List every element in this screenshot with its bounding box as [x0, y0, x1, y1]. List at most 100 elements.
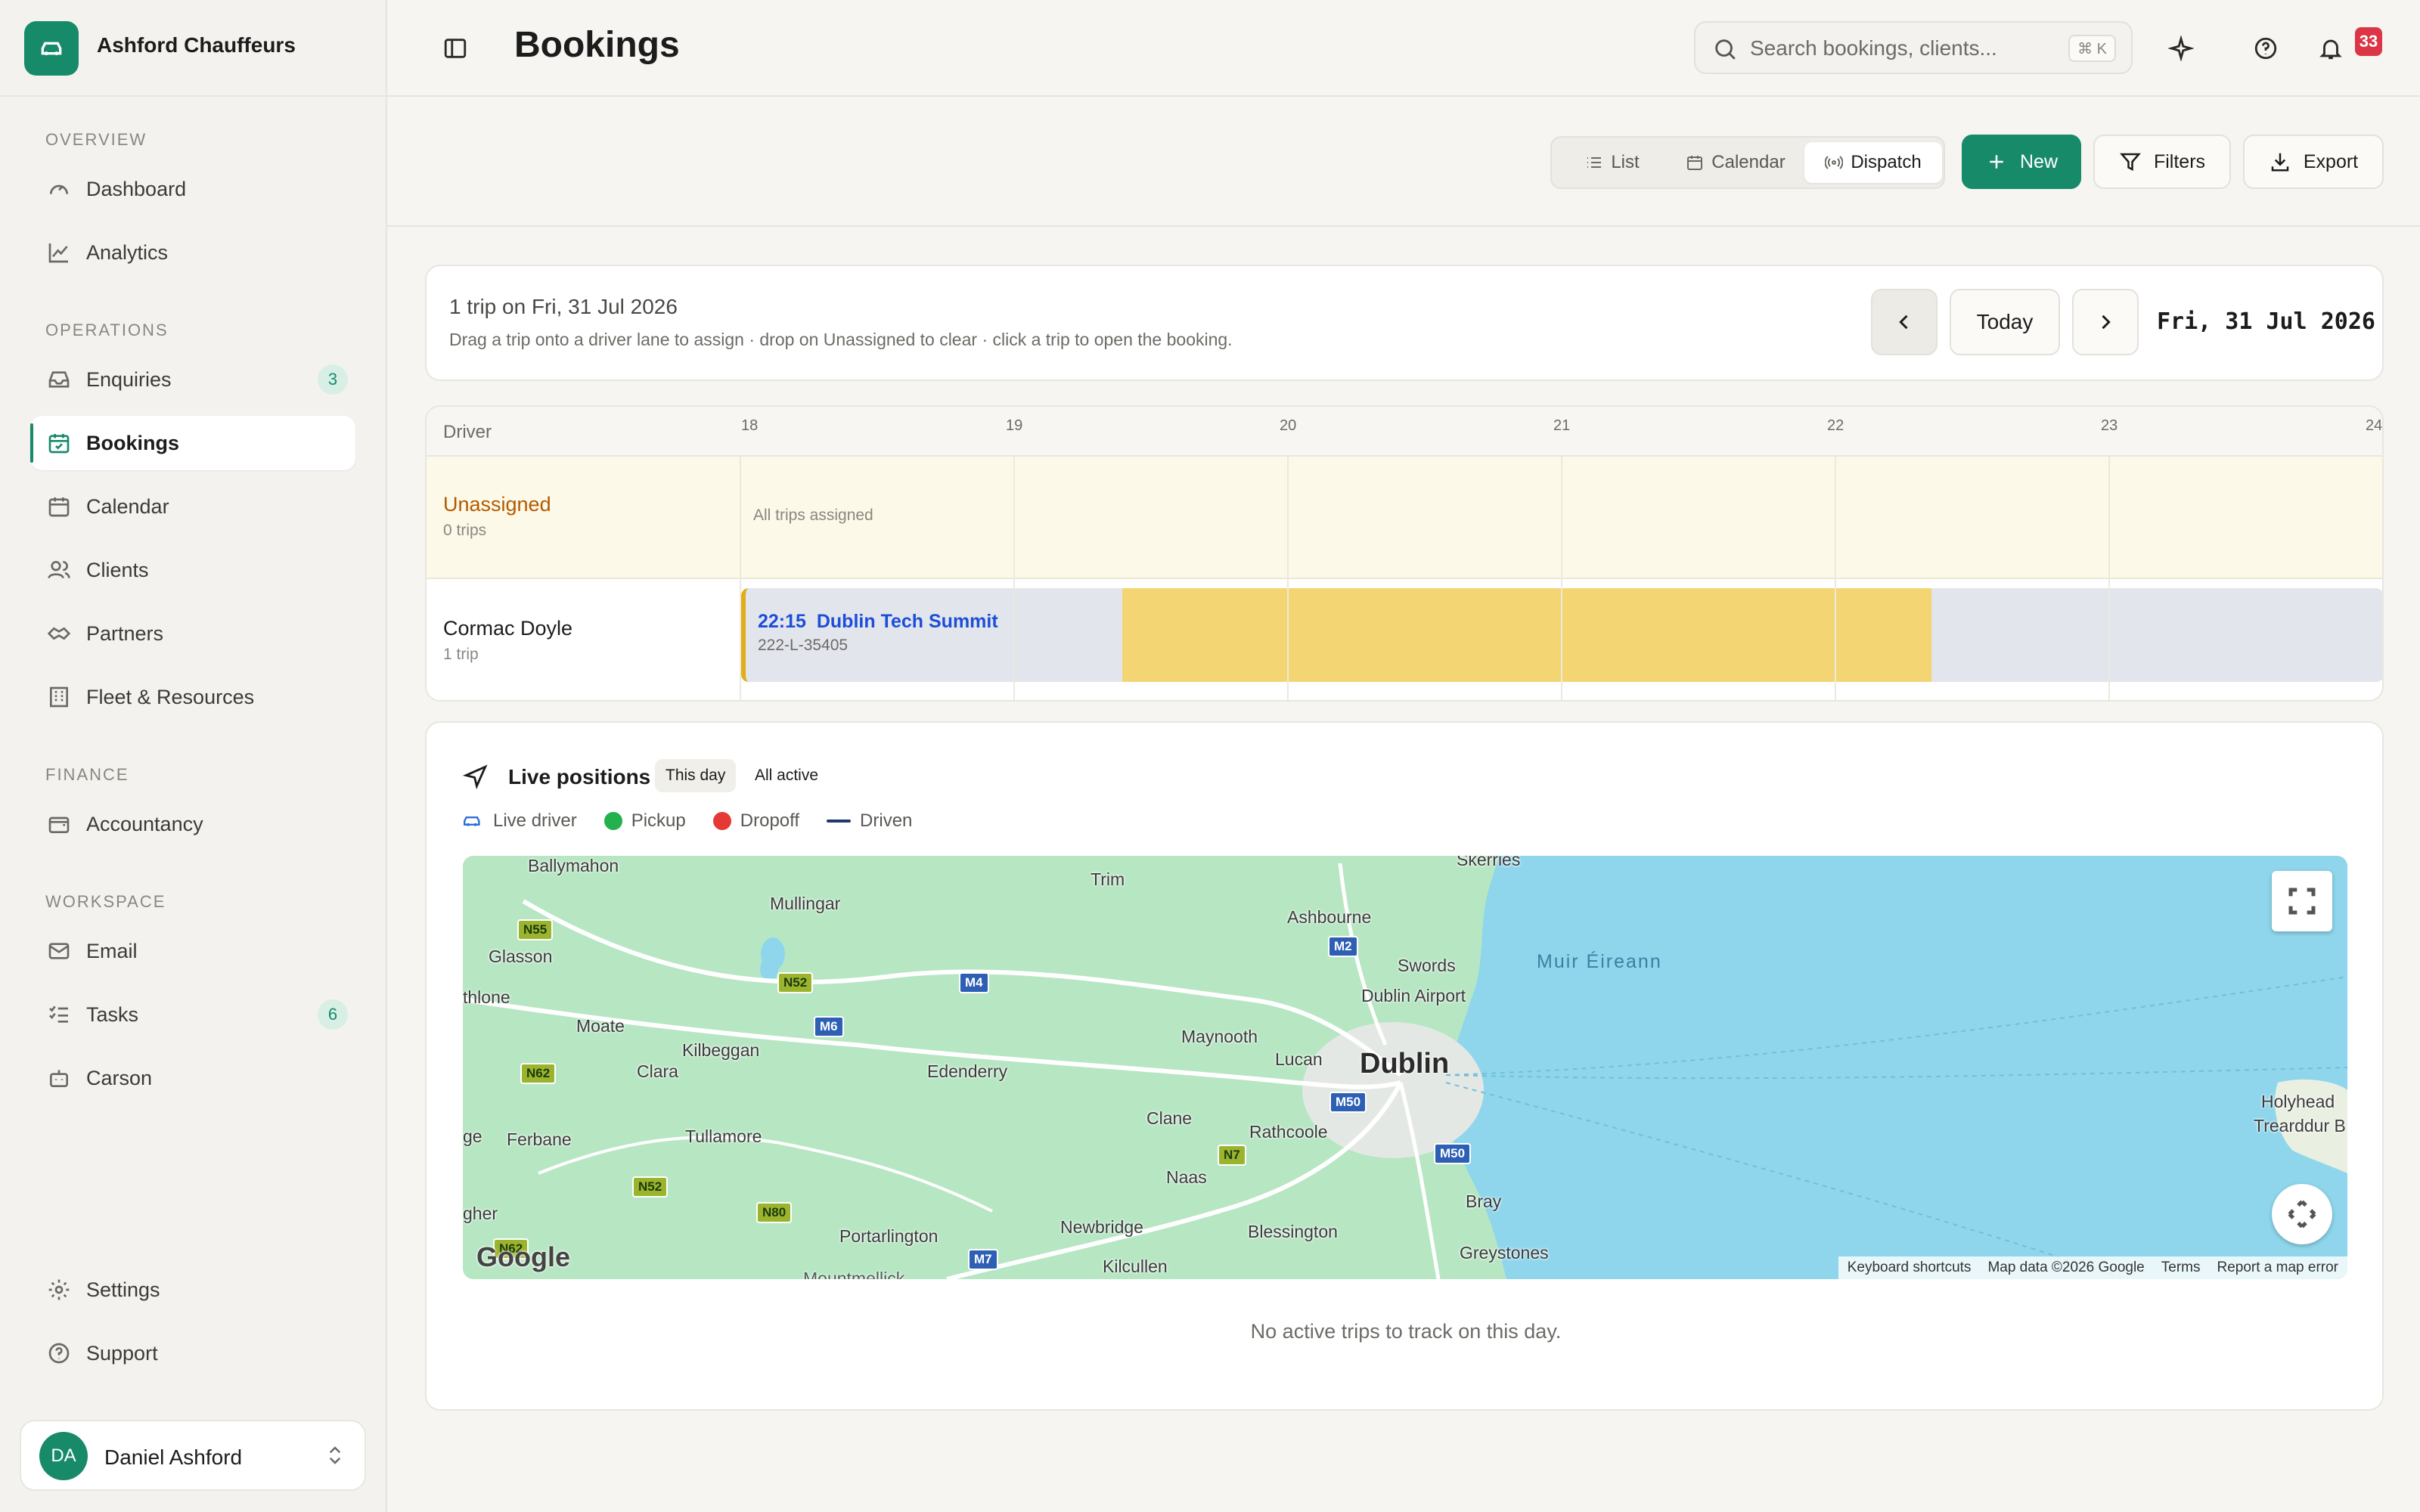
legend-driven: Driven	[827, 810, 912, 832]
sidebar-item-bookings[interactable]: Bookings	[30, 416, 355, 470]
divider	[0, 95, 386, 97]
sidebar-item-fleet[interactable]: Fleet & Resources	[30, 670, 355, 724]
fullscreen-icon	[2288, 888, 2316, 915]
calendar-check-icon	[48, 434, 70, 454]
sidebar-item-carson[interactable]: Carson	[30, 1051, 355, 1105]
grid-line	[740, 457, 741, 700]
sidebar-item-settings[interactable]: Settings	[30, 1263, 355, 1317]
map-label: Edenderry	[927, 1061, 1008, 1081]
map-legend: Live driver Pickup Dropoff Driven	[461, 810, 912, 832]
map-label: Kilbeggan	[682, 1040, 760, 1060]
ai-assistant-button[interactable]	[2160, 27, 2202, 70]
sidebar-item-clients[interactable]: Clients	[30, 543, 355, 597]
grid-line	[1835, 457, 1836, 700]
panel-left-icon	[444, 39, 467, 58]
filters-button[interactable]: Filters	[2093, 135, 2231, 189]
map-camera-control[interactable]	[2272, 1184, 2332, 1244]
map-label: Tullamore	[685, 1126, 762, 1146]
hour-label: 22	[1827, 417, 1844, 434]
legend-pickup: Pickup	[603, 810, 686, 832]
hour-label: 24	[2366, 417, 2383, 434]
report-error-link[interactable]: Report a map error	[2217, 1259, 2338, 1276]
terms-link[interactable]: Terms	[2161, 1259, 2201, 1276]
hour-label: 20	[1280, 417, 1297, 434]
sidebar-item-analytics[interactable]: Analytics	[30, 225, 355, 280]
toggle-sidebar-button[interactable]	[434, 27, 476, 70]
map-label: Ferbane	[507, 1129, 572, 1149]
notifications-button[interactable]	[2310, 27, 2352, 70]
export-button[interactable]: Export	[2243, 135, 2384, 189]
sidebar-item-email[interactable]: Email	[30, 924, 355, 978]
tab-label: Calendar	[1711, 152, 1786, 172]
dispatch-instructions: Drag a trip onto a driver lane to assign…	[449, 330, 1233, 349]
legend-label: Live driver	[493, 810, 577, 831]
driver-column-header: Driver	[443, 422, 492, 442]
previous-day-button[interactable]	[1871, 289, 1938, 355]
map-label: Swords	[1398, 956, 1456, 975]
lane-name: Unassigned	[443, 493, 551, 516]
map-label: Glasson	[489, 947, 553, 966]
sidebar-item-support[interactable]: Support	[30, 1326, 355, 1380]
sidebar-item-tasks[interactable]: Tasks 6	[30, 987, 355, 1042]
chart-line-icon	[48, 243, 68, 263]
keyboard-shortcuts-link[interactable]: Keyboard shortcuts	[1848, 1259, 1972, 1276]
gauge-icon	[50, 184, 68, 194]
map-label: Mountmellick	[803, 1269, 905, 1279]
sidebar-item-label: Partners	[86, 621, 164, 645]
sidebar-item-label: Analytics	[86, 240, 169, 264]
search-input[interactable]	[1750, 33, 2052, 64]
car-icon	[41, 42, 62, 56]
download-icon	[2271, 153, 2289, 172]
trip-time: 22:15	[758, 611, 806, 632]
help-button[interactable]	[2245, 27, 2287, 70]
radio-tower-icon	[1825, 156, 1844, 169]
tab-dispatch[interactable]: Dispatch	[1804, 142, 1942, 183]
map-label: Maynooth	[1181, 1027, 1258, 1046]
sidebar-item-label: Support	[86, 1341, 158, 1365]
live-map[interactable]: Skerries Ballymahon Mullingar Trim Ashbo…	[463, 856, 2347, 1279]
sidebar-item-partners[interactable]: Partners	[30, 606, 355, 661]
section-overview: OVERVIEW	[45, 130, 147, 149]
today-button[interactable]: Today	[1950, 289, 2060, 355]
unassigned-lane[interactable]: Unassigned 0 trips All trips assigned	[427, 457, 2382, 579]
road-shield: N55	[517, 919, 554, 940]
map-attribution: Keyboard shortcuts Map data ©2026 Google…	[1838, 1256, 2347, 1279]
sidebar-item-label: Accountancy	[86, 812, 203, 835]
sidebar-item-enquiries[interactable]: Enquiries 3	[30, 352, 355, 407]
sidebar-item-dashboard[interactable]: Dashboard	[30, 162, 355, 216]
sidebar-item-label: Clients	[86, 558, 149, 581]
grid-line	[1287, 457, 1289, 700]
enquiries-count-badge: 3	[318, 364, 348, 395]
sidebar: Ashford Chauffeurs OVERVIEW Dashboard An…	[0, 0, 387, 1512]
road-shield: M7	[968, 1249, 998, 1270]
filter-this-day[interactable]: This day	[655, 759, 737, 792]
map-label: Trim	[1091, 869, 1125, 889]
button-label: Filters	[2153, 150, 2206, 172]
section-finance: FINANCE	[45, 765, 129, 784]
map-label: Trearddur B	[2254, 1116, 2346, 1136]
filter-all-active[interactable]: All active	[744, 759, 829, 792]
legend-live-driver: Live driver	[461, 810, 577, 832]
trip-block[interactable]: 22:15 Dublin Tech Summit 222-L-35405	[741, 588, 2382, 682]
button-label: New	[2019, 150, 2058, 172]
map-label: Blessington	[1248, 1222, 1338, 1241]
tab-list[interactable]: List	[1567, 142, 1658, 183]
search-box[interactable]: ⌘ K	[1694, 21, 2133, 74]
section-workspace: WORKSPACE	[45, 892, 166, 911]
sidebar-item-calendar[interactable]: Calendar	[30, 479, 355, 534]
trip-summary: 1 trip on Fri, 31 Jul 2026	[449, 295, 678, 318]
sidebar-item-label: Settings	[86, 1278, 160, 1301]
list-icon	[1587, 157, 1602, 168]
fullscreen-button[interactable]	[2272, 871, 2332, 931]
next-day-button[interactable]	[2072, 289, 2139, 355]
tab-calendar[interactable]: Calendar	[1664, 142, 1807, 183]
map-label: ge	[463, 1126, 482, 1146]
brand-logo[interactable]	[24, 21, 79, 76]
driver-lane[interactable]: Cormac Doyle 1 trip 22:15 Dublin Tech Su…	[427, 581, 2382, 700]
new-booking-button[interactable]: New	[1962, 135, 2081, 189]
hour-label: 23	[2101, 417, 2118, 434]
user-menu[interactable]: DA Daniel Ashford	[20, 1420, 366, 1491]
calendar-icon	[48, 497, 70, 517]
sidebar-item-accountancy[interactable]: Accountancy	[30, 797, 355, 851]
map-label: Bray	[1466, 1191, 1502, 1211]
